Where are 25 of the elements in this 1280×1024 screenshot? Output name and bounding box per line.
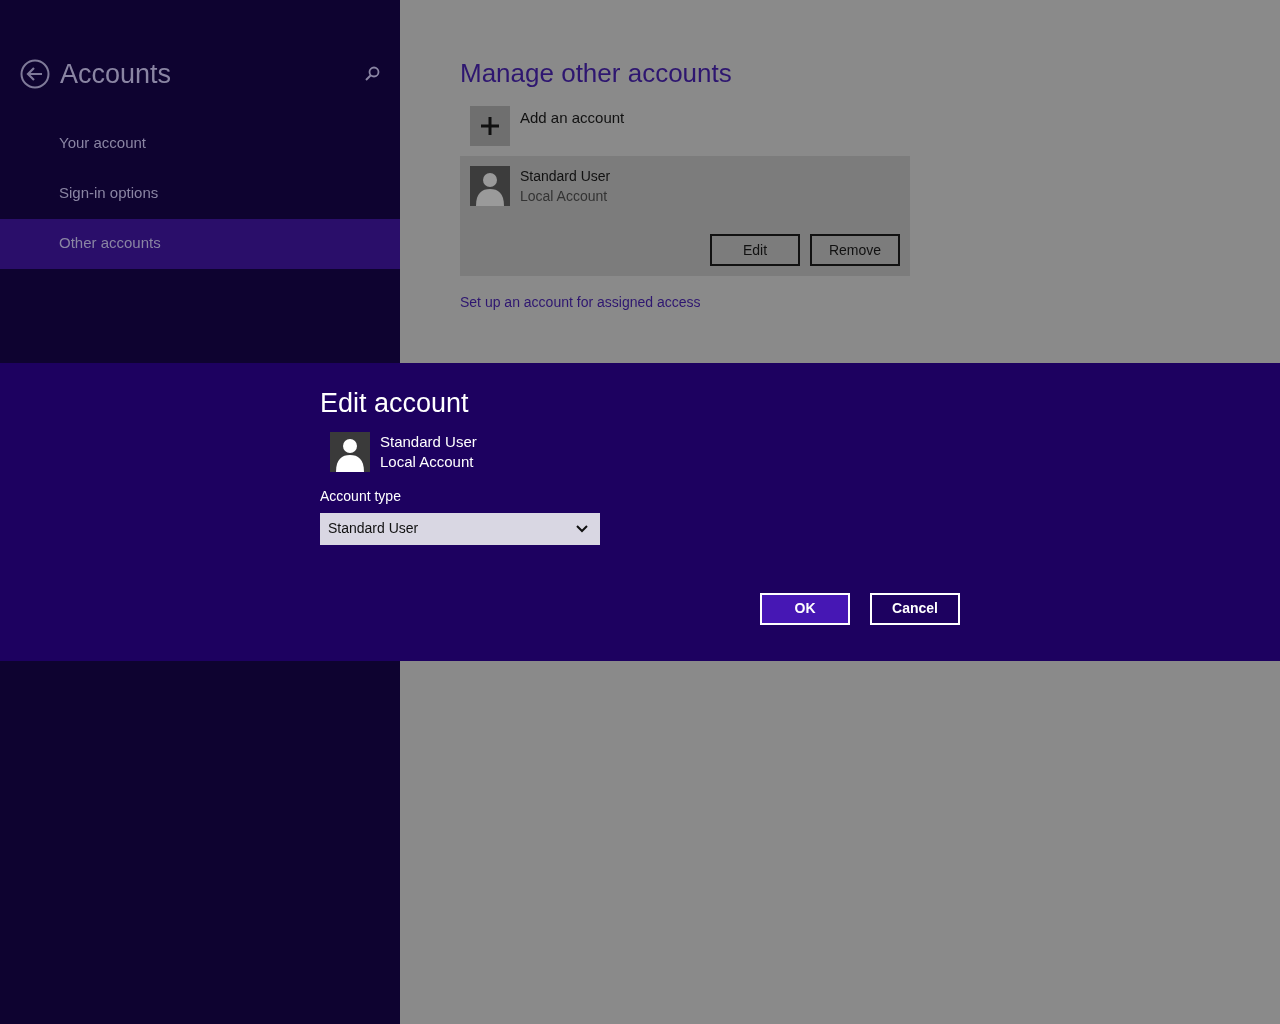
account-card[interactable]: Standard User Local Account Edit Remove <box>460 156 910 276</box>
account-action-button[interactable]: Edit <box>710 234 800 266</box>
add-account-button[interactable] <box>470 106 510 146</box>
account-type: Local Account <box>380 451 475 472</box>
sidebar-item[interactable]: Your account <box>0 118 400 169</box>
dialog-button[interactable]: OK <box>760 592 850 625</box>
add-account-label[interactable]: Add an account <box>520 107 625 130</box>
section-heading: Manage other accounts <box>460 57 732 90</box>
account-type-dropdown[interactable]: Standard User <box>320 512 600 545</box>
plus-icon <box>480 116 500 136</box>
page-title: Accounts <box>60 58 172 91</box>
dialog-title: Edit account <box>320 387 469 420</box>
sidebar-item[interactable]: Other accounts <box>0 218 400 269</box>
user-avatar-icon <box>330 431 370 472</box>
account-type: Local Account <box>520 187 609 206</box>
account-name: Standard User <box>380 431 477 452</box>
dialog-button[interactable]: Cancel <box>870 592 960 625</box>
account-action-button[interactable]: Remove <box>810 234 900 266</box>
sidebar-item[interactable]: Sign-in options <box>0 168 400 219</box>
account-name: Standard User <box>520 167 611 186</box>
field-label: Account type <box>320 486 401 506</box>
chevron-down-icon <box>576 524 588 533</box>
search-icon[interactable] <box>364 66 380 83</box>
assigned-access-link[interactable]: Set up an account for assigned access <box>460 292 701 313</box>
user-avatar-icon <box>470 166 510 206</box>
